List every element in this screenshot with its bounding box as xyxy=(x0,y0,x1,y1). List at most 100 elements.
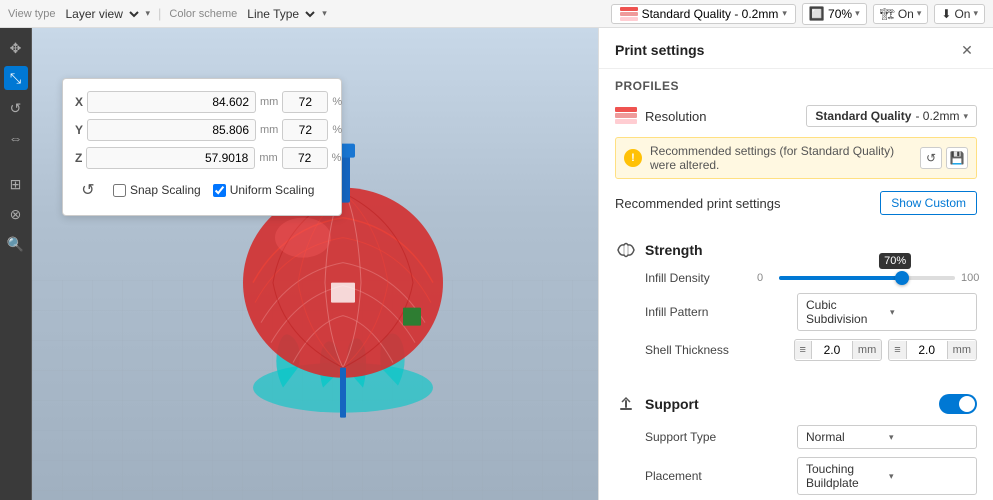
zoom-button[interactable]: 🔲 70% ▾ xyxy=(802,3,867,25)
divider-1: | xyxy=(158,6,161,21)
snap-scaling-label[interactable]: Snap Scaling xyxy=(113,183,201,197)
slider-fill xyxy=(779,276,902,280)
main-area: ✥ ⤡ ↺ ⇔ ⊞ ⊗ 🔍 xyxy=(0,28,993,500)
shell-thickness-row: Shell Thickness ≡ mm ≡ mm xyxy=(615,339,977,361)
infill-pattern-dropdown[interactable]: Cubic Subdivision ▾ xyxy=(797,293,977,331)
zoom-value: 70% xyxy=(828,7,852,21)
sidebar-rotate-icon[interactable]: ↺ xyxy=(4,96,28,120)
top-bar-right: Standard Quality - 0.2mm ▾ 🔲 70% ▾ 🏗 On … xyxy=(611,3,985,25)
print-chevron: ▾ xyxy=(973,8,978,19)
show-custom-button[interactable]: Show Custom xyxy=(880,191,977,215)
x-unit: mm xyxy=(260,96,278,108)
quality-icon xyxy=(620,7,638,21)
print-icon: ⬇ xyxy=(941,7,951,21)
support-type-row: Support Type Normal ▾ xyxy=(615,425,977,449)
x-value-input[interactable] xyxy=(87,91,256,113)
quality-chevron: ▾ xyxy=(782,8,787,19)
resolution-dropdown[interactable]: Standard Quality - 0.2mm ▾ xyxy=(806,105,977,127)
color-scheme-control: Color scheme Line Type ▾ xyxy=(169,6,326,22)
transform-row-x: X mm % xyxy=(75,91,329,113)
viewport[interactable]: X mm % Y mm % Z mm % ↺ xyxy=(32,28,598,500)
warning-text: Recommended settings (for Standard Quali… xyxy=(650,144,912,172)
sidebar-move-icon[interactable]: ✥ xyxy=(4,36,28,60)
y-pct-sign: % xyxy=(332,124,342,136)
profiles-label: Profiles xyxy=(599,69,993,99)
view-type-label: View type xyxy=(8,8,56,20)
support-chevron: ▾ xyxy=(917,8,922,19)
shell-dual-input: ≡ mm ≡ mm xyxy=(794,339,978,361)
recommended-header: Recommended print settings Show Custom xyxy=(599,183,993,223)
view-type-control: View type Layer view ▾ xyxy=(8,6,150,22)
print-label: On xyxy=(954,7,970,21)
z-pct-input[interactable] xyxy=(282,147,328,169)
shell-input-2: ≡ mm xyxy=(888,339,977,361)
view-type-chevron: ▾ xyxy=(146,8,151,19)
uniform-scaling-text: Uniform Scaling xyxy=(230,183,315,197)
resolution-value: Standard Quality xyxy=(815,109,911,123)
recommended-label: Recommended print settings xyxy=(615,196,780,211)
quality-button[interactable]: Standard Quality - 0.2mm ▾ xyxy=(611,4,796,24)
uniform-scaling-checkbox[interactable] xyxy=(213,184,226,197)
shell-icon-1: ≡ xyxy=(795,341,812,359)
support-header-row: Support xyxy=(615,393,977,415)
slider-thumb[interactable]: 70% xyxy=(895,271,909,285)
support-toggle-thumb xyxy=(959,396,975,412)
warning-save-btn[interactable]: 💾 xyxy=(946,147,968,169)
x-axis-label: X xyxy=(75,95,83,109)
z-axis-label: Z xyxy=(75,151,82,165)
placement-value: Touching Buildplate xyxy=(806,462,885,490)
resolution-suffix: - 0.2mm xyxy=(915,109,959,123)
infill-pattern-chevron: ▾ xyxy=(890,307,968,318)
sidebar-scale-icon[interactable]: ⤡ xyxy=(4,66,28,90)
shell-unit-1: mm xyxy=(852,341,881,359)
shell-thickness-label: Shell Thickness xyxy=(645,343,794,357)
shell-icon-2: ≡ xyxy=(889,341,906,359)
slider-track[interactable]: 70% xyxy=(779,276,955,280)
infill-pattern-row: Infill Pattern Cubic Subdivision ▾ xyxy=(615,293,977,331)
placement-chevron: ▾ xyxy=(889,471,968,482)
x-pct-input[interactable] xyxy=(282,91,328,113)
support-toggle[interactable]: 🏗 On ▾ xyxy=(873,4,929,24)
warning-actions: ↺ 💾 xyxy=(920,147,968,169)
reset-button[interactable]: ↺ xyxy=(75,177,101,203)
transform-row-y: Y mm % xyxy=(75,119,329,141)
infill-pattern-label: Infill Pattern xyxy=(645,305,797,319)
uniform-scaling-label[interactable]: Uniform Scaling xyxy=(213,183,315,197)
shell-field-1[interactable] xyxy=(812,340,852,360)
sidebar-support-icon[interactable]: ⊗ xyxy=(4,202,28,226)
z-pct-sign: % xyxy=(332,152,342,164)
sidebar-search-icon[interactable]: 🔍 xyxy=(4,232,28,256)
warning-reset-btn[interactable]: ↺ xyxy=(920,147,942,169)
support-icon: 🏗 xyxy=(880,7,895,21)
support-type-label: Support Type xyxy=(645,430,797,444)
z-value-input[interactable] xyxy=(86,147,255,169)
zoom-icon: 🔲 xyxy=(809,6,825,22)
snap-scaling-checkbox[interactable] xyxy=(113,184,126,197)
support-type-chevron: ▾ xyxy=(889,432,968,443)
view-type-select[interactable]: Layer view xyxy=(60,6,142,22)
color-scheme-label: Color scheme xyxy=(169,8,237,20)
print-toggle[interactable]: ⬇ On ▾ xyxy=(934,4,985,24)
zoom-chevron: ▾ xyxy=(855,8,860,19)
transform-row-z: Z mm % xyxy=(75,147,329,169)
placement-dropdown[interactable]: Touching Buildplate ▾ xyxy=(797,457,977,495)
support-section: Support Support Type Normal ▾ Placement … xyxy=(599,385,993,500)
shell-unit-2: mm xyxy=(947,341,976,359)
snap-scaling-text: Snap Scaling xyxy=(130,183,201,197)
sidebar-permodel-icon[interactable]: ⊞ xyxy=(4,172,28,196)
sidebar-mirror-icon[interactable]: ⇔ xyxy=(4,126,28,150)
resolution-row: Resolution Standard Quality - 0.2mm ▾ xyxy=(599,99,993,133)
close-button[interactable]: ✕ xyxy=(957,40,977,60)
support-toggle-switch[interactable] xyxy=(939,394,977,414)
color-scheme-chevron: ▾ xyxy=(322,8,327,19)
y-pct-input[interactable] xyxy=(282,119,328,141)
y-axis-label: Y xyxy=(75,123,83,137)
strength-header: Strength xyxy=(615,239,977,261)
support-type-dropdown[interactable]: Normal ▾ xyxy=(797,425,977,449)
shell-input-1: ≡ mm xyxy=(794,339,883,361)
color-scheme-select[interactable]: Line Type xyxy=(241,6,318,22)
infill-density-row: Infill Density 0 70% 100 xyxy=(615,271,977,285)
y-value-input[interactable] xyxy=(87,119,256,141)
top-bar: View type Layer view ▾ | Color scheme Li… xyxy=(0,0,993,28)
shell-field-2[interactable] xyxy=(907,340,947,360)
